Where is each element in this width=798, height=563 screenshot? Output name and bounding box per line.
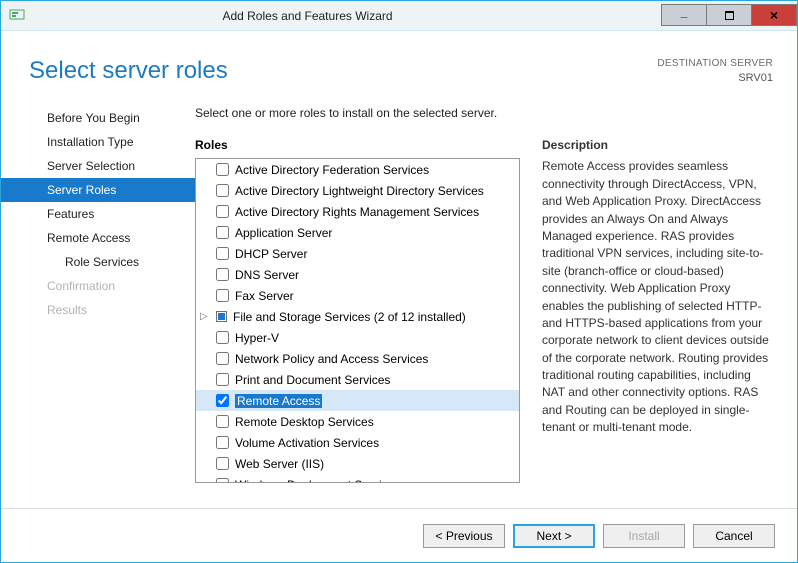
role-checkbox[interactable]	[216, 478, 229, 483]
role-row[interactable]: ▷ File and Storage Services (2 of 12 inst…	[196, 306, 519, 327]
role-label: Volume Activation Services	[235, 436, 379, 450]
role-checkbox[interactable]	[216, 247, 229, 260]
role-label: DNS Server	[235, 268, 299, 282]
footer-bar: < Previous Next > Install Cancel	[1, 508, 797, 562]
role-checkbox[interactable]	[216, 457, 229, 470]
role-row[interactable]: Application Server	[196, 222, 519, 243]
role-label: Fax Server	[235, 289, 294, 303]
role-checkbox[interactable]	[216, 436, 229, 449]
previous-button[interactable]: < Previous	[423, 524, 505, 548]
role-checkbox[interactable]	[216, 163, 229, 176]
role-label: Application Server	[235, 226, 332, 240]
role-row[interactable]: Web Server (IIS)	[196, 453, 519, 474]
checkbox-partial[interactable]	[216, 311, 227, 322]
nav-item-confirmation: Confirmation	[25, 274, 195, 298]
role-row[interactable]: DNS Server	[196, 264, 519, 285]
role-checkbox[interactable]	[216, 394, 229, 407]
maximize-button[interactable]	[706, 4, 752, 26]
next-button[interactable]: Next >	[513, 524, 595, 548]
role-row[interactable]: Active Directory Rights Management Servi…	[196, 201, 519, 222]
close-button[interactable]: ×	[751, 4, 797, 26]
minimize-button[interactable]: _	[661, 4, 707, 26]
nav-item-installation-type[interactable]: Installation Type	[25, 130, 195, 154]
description-text: Remote Access provides seamless connecti…	[542, 158, 773, 436]
nav-item-results: Results	[25, 298, 195, 322]
role-checkbox[interactable]	[216, 352, 229, 365]
title-bar: Add Roles and Features Wizard _ ×	[1, 1, 797, 31]
role-row[interactable]: Print and Document Services	[196, 369, 519, 390]
cancel-button[interactable]: Cancel	[693, 524, 775, 548]
nav-item-features[interactable]: Features	[25, 202, 195, 226]
roles-listbox[interactable]: Active Directory Federation Services Acti…	[195, 158, 520, 483]
window-buttons: _ ×	[662, 5, 797, 26]
role-row[interactable]: Volume Activation Services	[196, 432, 519, 453]
role-checkbox[interactable]	[216, 268, 229, 281]
role-checkbox[interactable]	[216, 331, 229, 344]
role-row[interactable]: Windows Deployment Services	[196, 474, 519, 483]
role-checkbox[interactable]	[216, 205, 229, 218]
role-checkbox[interactable]	[216, 289, 229, 302]
content-area: Select server roles DESTINATION SERVER S…	[1, 31, 797, 508]
role-label: Hyper-V	[235, 331, 279, 345]
role-row[interactable]: Remote Access	[196, 390, 519, 411]
role-row[interactable]: Active Directory Lightweight Directory S…	[196, 180, 519, 201]
destination-value: SRV01	[657, 71, 773, 86]
destination-info: DESTINATION SERVER SRV01	[657, 57, 773, 86]
role-checkbox[interactable]	[216, 184, 229, 197]
role-row[interactable]: Fax Server	[196, 285, 519, 306]
role-label: Active Directory Rights Management Servi…	[235, 205, 479, 219]
install-button[interactable]: Install	[603, 524, 685, 548]
window-title: Add Roles and Features Wizard	[0, 9, 662, 23]
wizard-nav: Before You BeginInstallation TypeServer …	[25, 106, 195, 502]
nav-item-remote-access[interactable]: Remote Access	[25, 226, 195, 250]
description-label: Description	[542, 138, 773, 152]
role-label: File and Storage Services (2 of 12 insta…	[233, 310, 466, 324]
instruction-text: Select one or more roles to install on t…	[195, 106, 773, 120]
nav-item-server-roles[interactable]: Server Roles	[1, 178, 195, 202]
role-checkbox[interactable]	[216, 415, 229, 428]
role-label: Active Directory Lightweight Directory S…	[235, 184, 484, 198]
role-checkbox[interactable]	[216, 373, 229, 386]
nav-item-before-you-begin[interactable]: Before You Begin	[25, 106, 195, 130]
main-pane: Select one or more roles to install on t…	[195, 106, 773, 502]
role-label: Print and Document Services	[235, 373, 390, 387]
role-row[interactable]: DHCP Server	[196, 243, 519, 264]
role-label: Network Policy and Access Services	[235, 352, 428, 366]
expand-icon[interactable]: ▷	[200, 311, 208, 322]
role-row[interactable]: Network Policy and Access Services	[196, 348, 519, 369]
role-label: Remote Desktop Services	[235, 415, 374, 429]
roles-label: Roles	[195, 138, 520, 152]
role-label: Windows Deployment Services	[235, 478, 400, 484]
role-checkbox[interactable]	[216, 226, 229, 239]
nav-item-role-services[interactable]: Role Services	[25, 250, 195, 274]
role-label: Active Directory Federation Services	[235, 163, 429, 177]
page-title: Select server roles	[29, 57, 228, 85]
role-label: Web Server (IIS)	[235, 457, 324, 471]
role-row[interactable]: Remote Desktop Services	[196, 411, 519, 432]
role-label: DHCP Server	[235, 247, 307, 261]
nav-item-server-selection[interactable]: Server Selection	[25, 154, 195, 178]
wizard-window: Add Roles and Features Wizard _ × Select…	[0, 0, 798, 563]
role-row[interactable]: Active Directory Federation Services	[196, 159, 519, 180]
role-label: Remote Access	[235, 394, 322, 408]
destination-label: DESTINATION SERVER	[657, 57, 773, 71]
role-row[interactable]: Hyper-V	[196, 327, 519, 348]
